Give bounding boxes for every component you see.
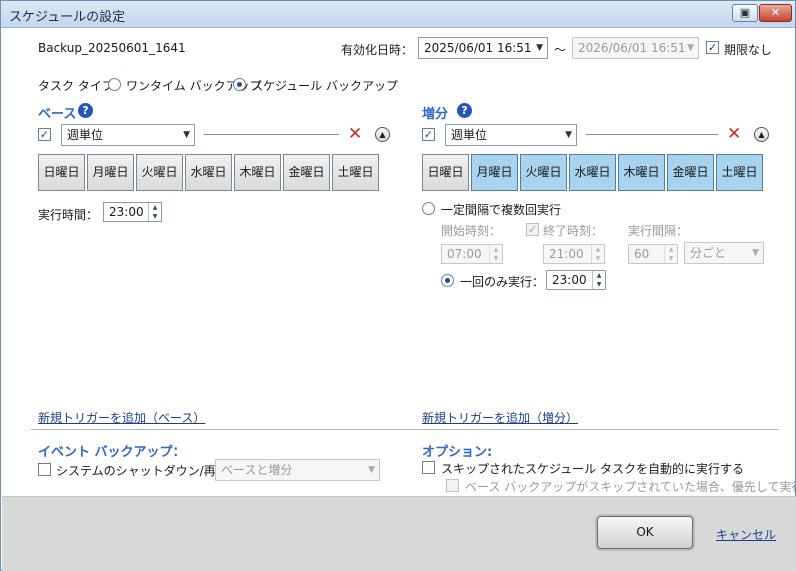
collapse-icon[interactable]: ▲	[754, 127, 769, 142]
run-once-time-spinner[interactable]: 23:00 ▲ ▼	[546, 270, 606, 290]
run-once-radio[interactable]	[441, 274, 454, 287]
title-bar: スケジュールの設定 ▣ ✕	[1, 1, 795, 28]
chevron-down-icon: ▼	[368, 465, 375, 475]
schedule-settings-window: スケジュールの設定 ▣ ✕ Backup_20250601_1641 有効化日時…	[0, 0, 796, 571]
shutdown-checkbox[interactable]	[38, 463, 51, 476]
base-day-thu[interactable]: 木曜日	[234, 154, 281, 191]
section-divider	[31, 429, 779, 430]
close-icon: ✕	[770, 6, 781, 19]
shutdown-backup-type-select[interactable]: ベースと増分 ▼	[215, 459, 380, 481]
event-backup-heading: イベント バックアップ：	[38, 445, 186, 460]
scheduled-backup-radio[interactable]	[233, 78, 246, 91]
base-day-sat[interactable]: 土曜日	[332, 154, 379, 191]
incremental-day-sat[interactable]: 土曜日	[716, 154, 763, 191]
base-frequency-select[interactable]: 週単位 ▼	[61, 124, 195, 146]
chevron-down-icon: ▼	[752, 248, 759, 258]
window-title: スケジュールの設定	[9, 10, 126, 25]
base-run-time-label: 実行時間：	[38, 208, 99, 222]
spinner-arrows-icon[interactable]: ▲ ▼	[489, 245, 502, 263]
collapse-icon[interactable]: ▲	[375, 127, 390, 142]
spinner-arrows-icon[interactable]: ▲ ▼	[591, 245, 604, 263]
spinner-arrows-icon[interactable]: ▲ ▼	[592, 271, 605, 289]
add-incremental-trigger-link[interactable]: 新規トリガーを追加（増分）	[422, 409, 578, 426]
base-frequency-value: 週単位	[67, 128, 104, 142]
incremental-day-sun[interactable]: 日曜日	[422, 154, 469, 191]
incremental-frequency-value: 週単位	[451, 128, 488, 142]
start-time-spinner[interactable]: 07:00 ▲ ▼	[441, 244, 503, 264]
cancel-link[interactable]: キャンセル	[716, 526, 776, 543]
auto-run-skipped-checkbox[interactable]	[422, 461, 435, 474]
base-day-fri[interactable]: 金曜日	[283, 154, 330, 191]
chevron-down-icon: ▼	[536, 43, 543, 53]
incremental-day-tue[interactable]: 火曜日	[520, 154, 567, 191]
shutdown-backup-type-value: ベースと増分	[221, 463, 293, 477]
delete-trigger-icon[interactable]: ✕	[348, 126, 362, 143]
start-datetime-picker[interactable]: 2025/06/01 16:51 ▼	[418, 37, 548, 59]
base-day-tue[interactable]: 火曜日	[136, 154, 183, 191]
prioritize-base-checkbox[interactable]	[446, 479, 459, 492]
incremental-day-wed[interactable]: 水曜日	[569, 154, 616, 191]
backup-name: Backup_20250601_1641	[38, 41, 186, 55]
interval-run-radio[interactable]	[422, 202, 435, 215]
divider	[204, 134, 339, 135]
interval-spinner[interactable]: 60 ▲ ▼	[628, 244, 678, 264]
start-time-value: 07:00	[447, 247, 482, 261]
effective-datetime-label: 有効化日時：	[341, 43, 414, 57]
interval-value: 60	[634, 247, 650, 261]
auto-run-skipped-label: スキップされたスケジュール タスクを自動的に実行する	[441, 462, 744, 476]
interval-unit-value: 分ごと	[690, 246, 727, 260]
interval-label: 実行間隔：	[628, 224, 689, 238]
run-once-label: 一回のみ実行：	[460, 275, 545, 289]
no-expiry-checkbox[interactable]: ✓	[706, 41, 719, 54]
end-datetime-picker[interactable]: 2026/06/01 16:51 ▼	[572, 37, 699, 59]
range-tilde: ～	[554, 43, 567, 57]
end-time-label: 終了時刻：	[543, 224, 604, 238]
incremental-enabled-checkbox[interactable]: ✓	[422, 128, 435, 141]
start-datetime-value: 2025/06/01 16:51	[424, 41, 532, 55]
run-once-time-value: 23:00	[552, 273, 587, 287]
spinner-arrows-icon[interactable]: ▲ ▼	[148, 203, 161, 221]
incremental-day-thu[interactable]: 木曜日	[618, 154, 665, 191]
add-base-trigger-link[interactable]: 新規トリガーを追加（ベース）	[38, 409, 205, 426]
base-run-time-value: 23:00	[109, 205, 144, 219]
restore-icon: ▣	[739, 6, 751, 19]
incremental-day-selector: 日曜日 月曜日 火曜日 水曜日 木曜日 金曜日 土曜日	[422, 154, 763, 191]
incremental-frequency-select[interactable]: 週単位 ▼	[445, 124, 577, 146]
base-day-selector: 日曜日 月曜日 火曜日 水曜日 木曜日 金曜日 土曜日	[38, 154, 379, 191]
base-run-time-spinner[interactable]: 23:00 ▲ ▼	[103, 202, 162, 222]
chevron-down-icon: ▼	[565, 130, 572, 140]
ok-button[interactable]: OK	[597, 516, 693, 549]
incremental-day-mon[interactable]: 月曜日	[471, 154, 518, 191]
end-time-value: 21:00	[549, 247, 584, 261]
start-time-label: 開始時刻：	[441, 224, 502, 238]
divider	[586, 134, 718, 135]
scheduled-backup-label: スケジュール バックアップ	[251, 79, 398, 93]
chevron-down-icon: ▼	[183, 130, 190, 140]
close-button[interactable]: ✕	[759, 4, 792, 22]
base-enabled-checkbox[interactable]: ✓	[38, 128, 51, 141]
one-time-backup-radio[interactable]	[108, 78, 121, 91]
end-time-checkbox[interactable]: ✓	[526, 223, 539, 236]
help-icon[interactable]: ?	[457, 103, 472, 118]
spinner-arrows-icon[interactable]: ▲ ▼	[664, 245, 677, 263]
interval-run-label: 一定間隔で複数回実行	[441, 203, 562, 217]
chevron-down-icon: ▼	[687, 43, 694, 53]
options-heading: オプション:	[422, 445, 493, 460]
base-day-wed[interactable]: 水曜日	[185, 154, 232, 191]
base-day-mon[interactable]: 月曜日	[87, 154, 134, 191]
interval-unit-select[interactable]: 分ごと ▼	[684, 242, 764, 264]
prioritize-base-label: ベース バックアップがスキップされていた場合、優先して実行する	[465, 480, 796, 494]
restore-button[interactable]: ▣	[732, 4, 758, 22]
delete-trigger-icon[interactable]: ✕	[727, 126, 741, 143]
incremental-heading: 増分	[422, 107, 449, 122]
end-time-spinner[interactable]: 21:00 ▲ ▼	[543, 244, 605, 264]
help-icon[interactable]: ?	[78, 103, 93, 118]
incremental-day-fri[interactable]: 金曜日	[667, 154, 714, 191]
no-expiry-label: 期限なし	[724, 43, 773, 57]
base-heading: ベース	[38, 107, 77, 122]
shutdown-label: システムのシャットダウン/再起動	[56, 464, 240, 478]
end-datetime-value: 2026/06/01 16:51	[578, 41, 686, 55]
base-day-sun[interactable]: 日曜日	[38, 154, 85, 191]
